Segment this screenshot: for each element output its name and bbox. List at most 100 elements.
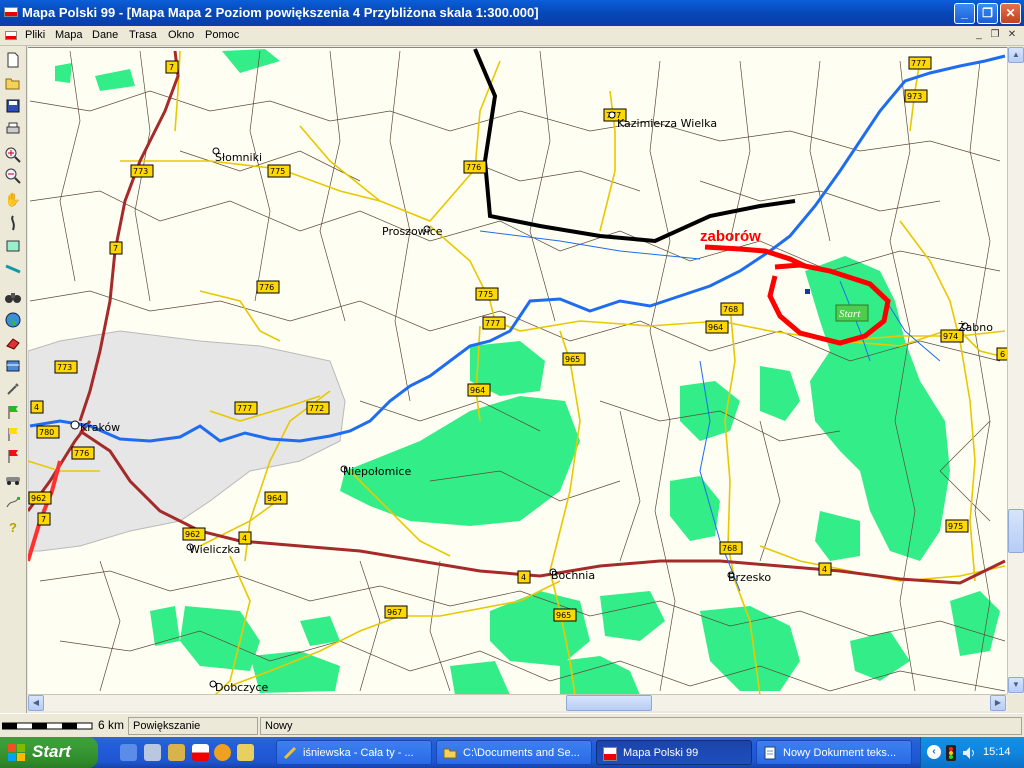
menu-dane[interactable]: Dane — [92, 29, 118, 41]
vertical-scrollbar[interactable]: ▲ ▼ — [1007, 47, 1024, 694]
road-badge: 965 — [562, 352, 586, 366]
quicklaunch-ie-icon[interactable] — [120, 744, 137, 761]
print-icon[interactable] — [3, 119, 23, 139]
road-badge: 7 — [109, 241, 123, 255]
mdi-restore-button[interactable]: ❐ — [988, 29, 1002, 42]
svg-text:776: 776 — [466, 163, 481, 172]
new-file-icon[interactable] — [3, 50, 23, 70]
mdi-close-button[interactable]: ✕ — [1005, 29, 1019, 42]
annotation-text: zaborów — [700, 228, 761, 245]
task-button-notepad[interactable]: Nowy Dokument teks... — [756, 740, 912, 765]
measure-icon[interactable] — [3, 259, 23, 279]
svg-text:7: 7 — [113, 244, 118, 253]
road-badge: 776 — [71, 446, 95, 460]
quicklaunch-app-icon[interactable] — [168, 744, 185, 761]
road-badge: 773 — [130, 164, 154, 178]
app-flag-icon — [4, 7, 18, 17]
scale-bar — [1, 718, 94, 734]
flag-yellow-icon[interactable] — [3, 424, 23, 444]
globe-icon[interactable] — [3, 310, 23, 330]
tools-icon[interactable] — [3, 379, 23, 399]
zoom-in-icon[interactable] — [3, 145, 23, 165]
start-label: Start — [32, 742, 71, 761]
eraser-icon[interactable] — [3, 333, 23, 353]
svg-text:974: 974 — [943, 332, 958, 341]
task-button-document[interactable]: iśniewska - Cała ty - ... — [276, 740, 432, 765]
help-icon[interactable]: ? — [3, 517, 23, 537]
road-badge: 965 — [553, 608, 577, 622]
svg-text:965: 965 — [565, 355, 580, 364]
car-icon[interactable] — [3, 469, 23, 489]
road-badge: 962 — [28, 491, 52, 505]
quicklaunch-media-icon[interactable] — [214, 744, 231, 761]
start-marker[interactable]: Start — [835, 304, 869, 322]
scroll-right-button[interactable]: ▶ — [990, 695, 1006, 711]
scroll-down-button[interactable]: ▼ — [1008, 677, 1024, 693]
flag-green-icon[interactable] — [3, 402, 23, 422]
horizontal-scroll-thumb[interactable] — [566, 695, 652, 711]
binoculars-icon[interactable] — [3, 287, 23, 307]
traffic-light-icon[interactable] — [945, 745, 957, 761]
menu-okno[interactable]: Okno — [168, 29, 194, 41]
close-button[interactable]: ✕ — [1000, 3, 1021, 24]
svg-text:777: 777 — [485, 319, 500, 328]
minimize-button[interactable]: _ — [954, 3, 975, 24]
hand-pan-icon[interactable]: ✋ — [3, 189, 23, 209]
road-badge: 6 — [996, 347, 1007, 361]
town-label: Bochnia — [551, 569, 595, 582]
quicklaunch-flag-icon[interactable] — [192, 744, 209, 761]
road-badge: 775 — [475, 287, 499, 301]
town-label: Proszowice — [382, 225, 443, 238]
town-label: Kazimierza Wielka — [617, 117, 717, 130]
notepad-icon — [764, 746, 776, 760]
road-badge: 7 — [165, 60, 179, 74]
menu-pliki[interactable]: Pliki — [25, 29, 45, 41]
road-badge: 775 — [267, 164, 291, 178]
restore-button[interactable]: ❐ — [977, 3, 998, 24]
save-icon[interactable] — [3, 96, 23, 116]
tray-expand-icon[interactable]: ‹ — [927, 745, 941, 759]
flag-red-icon[interactable] — [3, 446, 23, 466]
menu-mapa[interactable]: Mapa — [55, 29, 83, 41]
road-badge: 7 — [37, 512, 51, 526]
quicklaunch-desktop-icon[interactable] — [144, 744, 161, 761]
quicklaunch-pencil-icon[interactable] — [237, 744, 254, 761]
speaker-icon[interactable] — [961, 745, 977, 761]
mdi-minimize-button[interactable]: _ — [972, 29, 986, 42]
layers-icon[interactable] — [3, 236, 23, 256]
svg-text:775: 775 — [478, 290, 493, 299]
clock[interactable]: 15:14 — [983, 746, 1011, 758]
svg-text:965: 965 — [556, 611, 571, 620]
map-view[interactable]: zaborów Start 7 773 775 776 7 776 775 77… — [28, 47, 1007, 694]
town-label: Dobczyce — [215, 681, 269, 694]
scale-label: 6 km — [98, 718, 125, 732]
mode-field: Powiększanie — [128, 717, 258, 735]
open-folder-icon[interactable] — [3, 73, 23, 93]
scroll-up-button[interactable]: ▲ — [1008, 47, 1024, 63]
document-flag-icon — [5, 31, 17, 40]
scroll-left-button[interactable]: ◀ — [28, 695, 44, 711]
start-marker-label: Start — [839, 308, 861, 320]
road-badge: 973 — [904, 89, 928, 103]
horizontal-scrollbar[interactable]: ◀ ▶ — [28, 694, 1007, 711]
svg-text:962: 962 — [31, 494, 46, 503]
zoom-out-icon[interactable] — [3, 166, 23, 186]
svg-text:776: 776 — [74, 449, 89, 458]
svg-text:776: 776 — [259, 283, 274, 292]
vertical-scroll-thumb[interactable] — [1008, 509, 1024, 553]
info-field: Nowy — [260, 717, 1022, 735]
town-label: Kraków — [80, 421, 120, 434]
route-icon[interactable] — [3, 213, 23, 233]
database-icon[interactable] — [3, 356, 23, 376]
menu-trasa[interactable]: Trasa — [129, 29, 157, 41]
svg-text:773: 773 — [133, 167, 148, 176]
menu-pomoc[interactable]: Pomoc — [205, 29, 239, 41]
task-button-mapa-polski[interactable]: Mapa Polski 99 — [596, 740, 752, 765]
system-tray: ‹ 15:14 — [920, 737, 1024, 768]
route-flags-icon[interactable] — [3, 492, 23, 512]
road-badge: 768 — [719, 541, 743, 555]
windows-logo-icon — [8, 744, 25, 761]
svg-text:964: 964 — [708, 323, 723, 332]
task-button-explorer[interactable]: C:\Documents and Se... — [436, 740, 592, 765]
start-button[interactable]: Start — [0, 737, 98, 768]
